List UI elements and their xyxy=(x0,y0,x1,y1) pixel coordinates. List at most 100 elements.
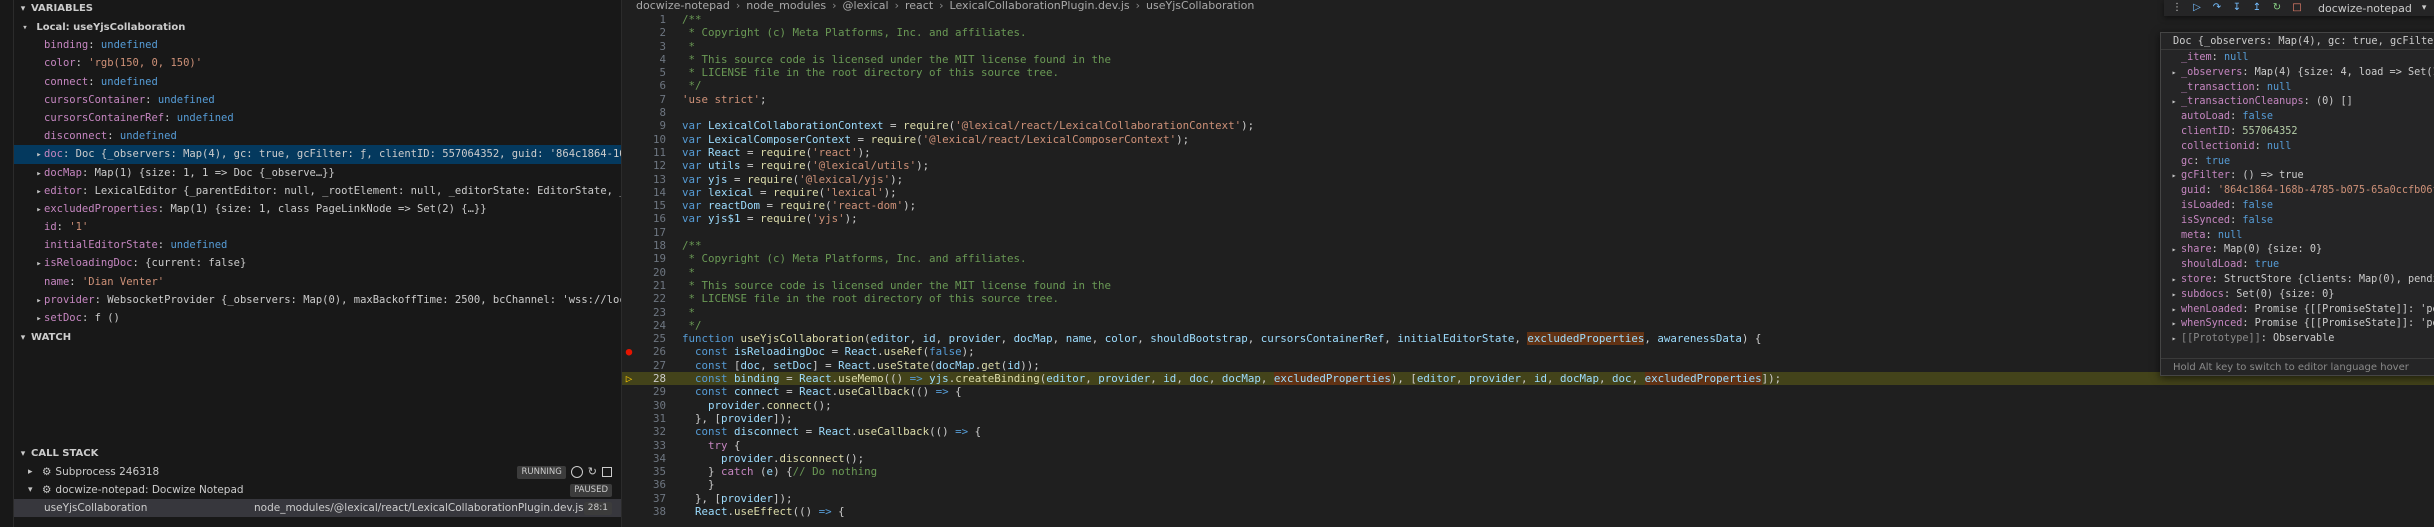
variable-value: Map(1) {size: 1, 1 => Doc {_observe…}} xyxy=(94,166,335,179)
variable-row[interactable]: disconnect: undefined xyxy=(14,127,621,145)
code-line[interactable]: 35 } catch (e) {// Do nothing xyxy=(622,465,2434,478)
scope-row[interactable]: ▾ Local: useYjsCollaboration xyxy=(14,18,621,36)
stop-icon[interactable]: □ xyxy=(2290,1,2304,15)
pause-icon[interactable] xyxy=(570,466,583,478)
chevron-right-icon[interactable]: ▸ xyxy=(34,255,44,272)
chevron-right-icon[interactable]: ▸ xyxy=(2169,288,2179,303)
thread-row-docwize[interactable]: ▾ ⚙ docwize-notepad: Docwize Notepad PAU… xyxy=(14,481,621,499)
breadcrumb-item[interactable]: useYjsCollaboration xyxy=(1146,0,1254,12)
variable-row[interactable]: ▸ editor: LexicalEditor {_parentEditor: n… xyxy=(14,182,621,200)
code-line[interactable]: 34 provider.disconnect(); xyxy=(622,452,2434,465)
hover-property-row[interactable]: isSynced: false xyxy=(2161,214,2434,229)
chevron-right-icon[interactable]: ▸ xyxy=(34,201,44,218)
chevron-right-icon[interactable]: ▸ xyxy=(2169,243,2179,258)
chevron-right-icon[interactable]: ▸ xyxy=(2169,95,2179,110)
chevron-right-icon[interactable]: ▸ xyxy=(34,183,44,200)
hover-property-row[interactable]: autoLoad: false xyxy=(2161,110,2434,125)
chevron-right-icon[interactable]: ▸ xyxy=(2169,317,2179,332)
breakpoint-icon[interactable]: ● xyxy=(622,345,636,358)
hover-property-row[interactable]: guid: '864c1864-168b-4785-b075-65a0ccfb0… xyxy=(2161,184,2434,199)
hover-property-row[interactable]: ▸ gcFilter: () => true xyxy=(2161,169,2434,184)
step-into-icon[interactable]: ↧ xyxy=(2230,1,2244,15)
watch-section-header[interactable]: ▾ WATCH xyxy=(14,329,621,347)
hover-property-row[interactable]: ▸ subdocs: Set(0) {size: 0} xyxy=(2161,288,2434,303)
debug-config-select[interactable]: docwize-notepad xyxy=(2318,2,2412,15)
code-line[interactable]: 38 React.useEffect(() => { xyxy=(622,505,2434,518)
chevron-down-icon[interactable]: ▾ xyxy=(2422,3,2427,13)
breadcrumb-item[interactable]: node_modules xyxy=(746,0,826,12)
hover-property-row[interactable]: ▸ whenSynced: Promise {[[PromiseState]]: … xyxy=(2161,317,2434,332)
chevron-right-icon[interactable]: ▸ xyxy=(34,292,44,309)
variable-row[interactable]: connect: undefined xyxy=(14,73,621,91)
frame-function: useYjsCollaboration xyxy=(44,502,148,514)
variable-row[interactable]: ▸ setDoc: f () xyxy=(14,309,621,327)
chevron-right-icon[interactable]: ▸ xyxy=(2169,169,2179,184)
chevron-right-icon[interactable]: ▸ xyxy=(2169,332,2179,347)
hover-property-row[interactable]: gc: true xyxy=(2161,155,2434,170)
hover-property-row[interactable]: ▸ [[Prototype]]: Observable xyxy=(2161,332,2434,347)
hover-property-row[interactable]: ▸ whenLoaded: Promise {[[PromiseState]]: … xyxy=(2161,303,2434,318)
hover-property-row[interactable]: ▸ share: Map(0) {size: 0} xyxy=(2161,243,2434,258)
code-line[interactable]: 33 try { xyxy=(622,439,2434,452)
breadcrumb-item[interactable]: @lexical xyxy=(843,0,889,12)
code-text: try { xyxy=(708,438,741,452)
debug-hover-popup[interactable]: Doc {_observers: Map(4), gc: true, gcFil… xyxy=(2160,32,2434,376)
code-line[interactable]: 37 }, [provider]); xyxy=(622,492,2434,505)
hover-property-row[interactable]: isLoaded: false xyxy=(2161,199,2434,214)
stack-frame-row[interactable]: useYjsCollaboration node_modules/@lexica… xyxy=(14,499,621,517)
step-over-icon[interactable]: ↷ xyxy=(2210,1,2224,15)
hover-property-row[interactable]: ▸ store: StructStore {clients: Map(0), pe… xyxy=(2161,273,2434,288)
property-colon: : xyxy=(2242,318,2255,330)
variable-row[interactable]: ▸ doc: Doc {_observers: Map(4), gc: true,… xyxy=(14,145,621,164)
variable-row[interactable]: ▸ isReloadingDoc: {current: false} xyxy=(14,254,621,272)
line-number: 33 xyxy=(652,438,666,452)
hover-property-row[interactable]: _transaction: null xyxy=(2161,81,2434,96)
chevron-right-icon[interactable]: ▸ xyxy=(34,146,44,163)
code-line[interactable]: 30 provider.connect(); xyxy=(622,399,2434,412)
hover-property-row[interactable]: ▸ _observers: Map(4) {size: 4, load => Se… xyxy=(2161,66,2434,81)
code-line[interactable]: 36 } xyxy=(622,478,2434,491)
code-line[interactable]: 29 const connect = React.useCallback(() … xyxy=(622,385,2434,398)
variable-row[interactable]: initialEditorState: undefined xyxy=(14,236,621,254)
variable-row[interactable]: ▸ excludedProperties: Map(1) {size: 1, cl… xyxy=(14,200,621,218)
variable-row[interactable]: name: 'Dian Venter' xyxy=(14,273,621,291)
step-out-icon[interactable]: ↥ xyxy=(2250,1,2264,15)
variable-row[interactable]: ▸ docMap: Map(1) {size: 1, 1 => Doc {_obs… xyxy=(14,164,621,182)
variables-section-header[interactable]: ▾ VARIABLES xyxy=(14,0,621,18)
restart-icon[interactable]: ↻ xyxy=(2270,1,2284,15)
code-line[interactable]: 32 const disconnect = React.useCallback(… xyxy=(622,425,2434,438)
chevron-right-icon[interactable]: ▸ xyxy=(34,165,44,182)
hover-property-row[interactable]: _item: null xyxy=(2161,51,2434,66)
restart-icon[interactable]: ↻ xyxy=(588,463,597,481)
code-line[interactable]: 31 }, [provider]); xyxy=(622,412,2434,425)
hover-property-row[interactable]: ▸ _transactionCleanups: (0) [] xyxy=(2161,95,2434,110)
code-editor[interactable]: docwize-notepad › node_modules › @lexical › re… xyxy=(622,0,2434,527)
stop-icon[interactable] xyxy=(602,467,612,477)
breadcrumb-item[interactable]: LexicalCollaborationPlugin.dev.js xyxy=(950,0,1130,12)
breadcrumb-item[interactable]: react xyxy=(905,0,933,12)
line-number: 32 xyxy=(652,425,666,439)
variable-row[interactable]: binding: undefined xyxy=(14,36,621,54)
thread-row-subprocess[interactable]: ▸ ⚙ Subprocess 246318 RUNNING ↻ xyxy=(14,463,621,481)
call-stack-section-header[interactable]: ▾ CALL STACK xyxy=(14,445,621,463)
hover-title: Doc {_observers: Map(4), gc: true, gcFil… xyxy=(2161,33,2434,50)
variable-row[interactable]: cursorsContainer: undefined xyxy=(14,91,621,109)
variable-row[interactable]: color: 'rgb(150, 0, 150)' xyxy=(14,54,621,72)
code-line[interactable]: 1 /** xyxy=(622,13,2434,26)
hover-property-row[interactable]: clientID: 557064352 xyxy=(2161,125,2434,140)
hover-property-row[interactable]: shouldLoad: true xyxy=(2161,258,2434,273)
variable-row[interactable]: cursorsContainerRef: undefined xyxy=(14,109,621,127)
chevron-right-icon[interactable]: ▸ xyxy=(2169,273,2179,288)
hover-property-row[interactable]: meta: null xyxy=(2161,229,2434,244)
chevron-right-icon[interactable]: ▸ xyxy=(34,310,44,327)
chevron-right-icon[interactable]: ▸ xyxy=(2169,66,2179,81)
variable-row[interactable]: ▸ provider: WebsocketProvider {_observers… xyxy=(14,291,621,309)
breadcrumb-item[interactable]: docwize-notepad xyxy=(636,0,730,12)
hover-property-row[interactable]: collectionid: null xyxy=(2161,140,2434,155)
drag-handle-icon[interactable]: ⋮ xyxy=(2170,1,2184,15)
line-number: 17 xyxy=(652,225,666,239)
chevron-right-icon[interactable]: ▸ xyxy=(2169,303,2179,318)
variable-row[interactable]: id: '1' xyxy=(14,218,621,236)
current-line-icon[interactable]: ▷ xyxy=(622,372,636,385)
continue-icon[interactable]: ▷ xyxy=(2190,1,2204,15)
